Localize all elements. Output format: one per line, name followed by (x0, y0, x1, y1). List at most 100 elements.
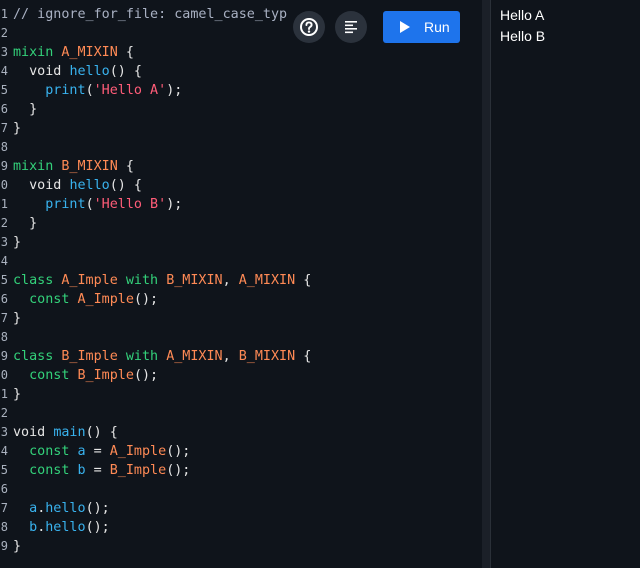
code-line[interactable]: void hello() { (13, 62, 482, 81)
code-token: a (77, 444, 86, 459)
output-line: Hello A (500, 7, 545, 23)
code-line[interactable]: const a = A_Imple(); (13, 442, 482, 461)
line-number: 4 (0, 254, 8, 268)
code-token: class (13, 349, 54, 364)
code-line[interactable]: mixin A_MIXIN { (13, 43, 482, 62)
code-line[interactable]: } (13, 100, 482, 119)
line-number: 6 (0, 482, 8, 496)
line-number: 5 (0, 83, 8, 97)
code-line[interactable] (13, 480, 482, 499)
code-line[interactable]: b.hello(); (13, 518, 482, 537)
line-number: 9 (0, 159, 8, 173)
code-token: ); (166, 83, 183, 98)
run-button[interactable]: Run (383, 11, 460, 43)
code-line[interactable] (13, 138, 482, 157)
code-token: void (13, 425, 54, 440)
code-editor[interactable]: 1 2 3 4 5 6 7 8 9 0 1 2 3 4 5 6 7 8 9 0 1 2 3 4 5 6 7 8 9 // ignore_… (0, 0, 482, 568)
code-token: A_Imple (77, 292, 134, 307)
code-line[interactable]: const b = B_Imple(); (13, 461, 482, 480)
code-token: () { (109, 64, 142, 79)
line-number: 2 (0, 26, 8, 40)
code-line[interactable]: a.hello(); (13, 499, 482, 518)
code-line[interactable]: print('Hello B'); (13, 195, 482, 214)
code-line[interactable]: mixin B_MIXIN { (13, 157, 482, 176)
help-circle-icon (300, 18, 318, 36)
line-number: 7 (0, 501, 8, 515)
code-line[interactable]: } (13, 309, 482, 328)
code-token: { (295, 349, 312, 364)
line-number: 3 (0, 235, 8, 249)
code-token: } (13, 387, 22, 402)
code-line[interactable]: const A_Imple(); (13, 290, 482, 309)
code-line[interactable]: void main() { (13, 423, 482, 442)
code-line[interactable] (13, 328, 482, 347)
code-token: // ignore_for_file: camel_case_typ (13, 7, 288, 22)
code-line[interactable] (13, 252, 482, 271)
code-line[interactable] (13, 404, 482, 423)
code-token: print (45, 197, 86, 212)
code-token: () { (85, 425, 118, 440)
play-icon (400, 21, 410, 33)
line-number: 8 (0, 330, 8, 344)
code-token: with (125, 273, 159, 288)
code-line[interactable]: } (13, 214, 482, 233)
line-number: 6 (0, 102, 8, 116)
code-token: A_MIXIN (166, 349, 223, 364)
line-number: 5 (0, 463, 8, 477)
code-token: const (29, 444, 70, 459)
code-line[interactable]: const B_Imple(); (13, 366, 482, 385)
line-number: 9 (0, 349, 8, 363)
code-line[interactable]: void hello() { (13, 176, 482, 195)
line-number: 0 (0, 368, 8, 382)
code-token: (); (133, 368, 159, 383)
code-line[interactable]: } (13, 119, 482, 138)
code-line[interactable]: } (13, 233, 482, 252)
line-number: 8 (0, 140, 8, 154)
code-token: b (29, 520, 38, 535)
format-button[interactable] (335, 11, 367, 43)
line-number: 3 (0, 425, 8, 439)
code-token: B_Imple (109, 463, 167, 478)
code-line[interactable]: class A_Imple with B_MIXIN, A_MIXIN { (13, 271, 482, 290)
code-token: const (29, 463, 70, 478)
code-line[interactable]: print('Hello A'); (13, 81, 482, 100)
line-number-gutter: 1 2 3 4 5 6 7 8 9 0 1 2 3 4 5 6 7 8 9 0 1 2 3 4 5 6 7 8 9 (0, 5, 8, 556)
code-token: hello (69, 64, 110, 79)
code-token: b (77, 463, 86, 478)
code-token: , (222, 349, 239, 364)
code-line[interactable]: } (13, 385, 482, 404)
code-token: (); (85, 520, 110, 535)
code-token: } (13, 102, 38, 117)
code-token: 'Hello B' (93, 197, 167, 212)
code-token: mixin (13, 45, 54, 60)
code-line[interactable]: class B_Imple with A_MIXIN, B_MIXIN { (13, 347, 482, 366)
code-token: { (117, 159, 134, 174)
code-token: ); (166, 197, 183, 212)
code-area[interactable]: // ignore_for_file: camel_case_typmixin … (13, 5, 482, 556)
code-token: (); (166, 444, 191, 459)
code-token: B_Imple (61, 349, 118, 364)
code-token: hello (69, 178, 110, 193)
line-number: 2 (0, 406, 8, 420)
help-button[interactable] (293, 11, 325, 43)
code-line[interactable]: } (13, 537, 482, 556)
code-token: } (13, 235, 22, 250)
panel-splitter[interactable] (482, 0, 491, 568)
line-number: 1 (0, 197, 8, 211)
code-token: main (53, 425, 86, 440)
code-token: = (85, 444, 110, 459)
code-token: } (13, 539, 22, 554)
code-token: (); (85, 501, 110, 516)
code-token: hello (45, 501, 86, 516)
console-output: Hello A Hello B (491, 0, 640, 568)
code-token: mixin (13, 159, 54, 174)
